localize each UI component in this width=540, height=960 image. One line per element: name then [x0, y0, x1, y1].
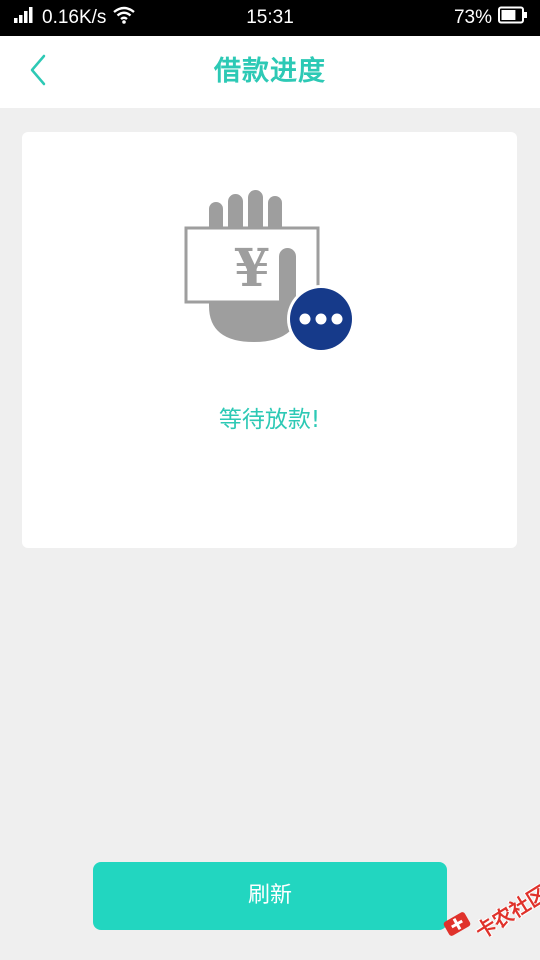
header: 借款进度 [0, 36, 540, 108]
watermark-logo: 卡农社区 [437, 876, 540, 946]
battery-percentage: 73% [453, 7, 492, 28]
refresh-button[interactable]: 刷新 [93, 862, 447, 930]
loan-status-text: 等待放款! [218, 407, 321, 433]
status-bar: 0.16K/s 15:31 73% [0, 0, 540, 36]
currency-symbol: ¥ [234, 238, 270, 299]
watermark-text: 卡农社区 [471, 880, 540, 944]
hand-holding-money-icon: ¥ [184, 188, 359, 358]
page-title: 借款进度 [214, 56, 326, 87]
battery-icon [498, 6, 528, 30]
status-right: 73% [454, 0, 528, 36]
loan-status-card: ¥ 等待放款! [22, 132, 517, 548]
